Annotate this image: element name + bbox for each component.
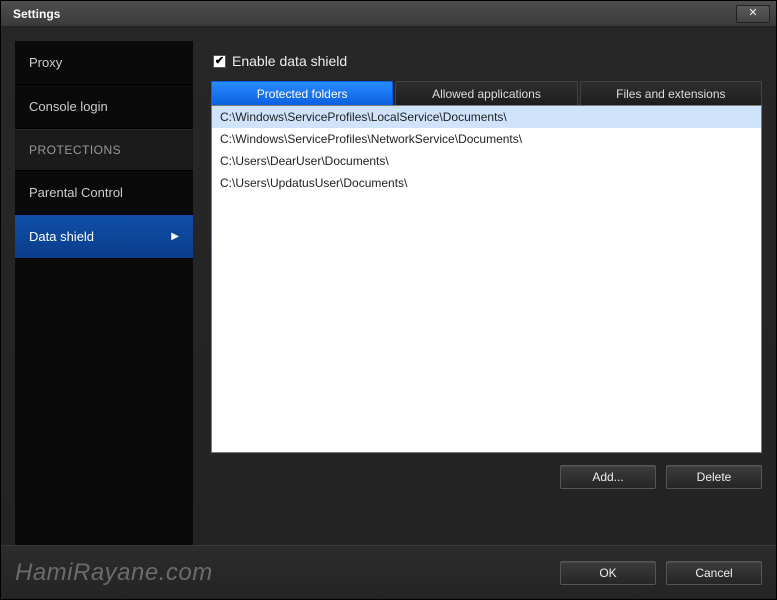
settings-window: Settings ✕ Proxy Console login PROTECTIO… [0,0,777,600]
list-item[interactable]: C:\Users\UpdatusUser\Documents\ [212,172,761,194]
chevron-right-icon: ▶ [171,231,179,242]
tab-allowed-applications[interactable]: Allowed applications [395,81,577,105]
sidebar-section-header: PROTECTIONS [15,129,193,171]
ok-button[interactable]: OK [560,561,656,585]
folder-path: C:\Windows\ServiceProfiles\LocalService\… [220,110,507,124]
tab-label: Protected folders [257,87,348,101]
sidebar: Proxy Console login PROTECTIONS Parental… [15,41,193,545]
list-item[interactable]: C:\Users\DearUser\Documents\ [212,150,761,172]
sidebar-item-proxy[interactable]: Proxy [15,41,193,85]
sidebar-item-console-login[interactable]: Console login [15,85,193,129]
button-label: Cancel [695,566,732,580]
enable-data-shield-label: Enable data shield [232,53,347,69]
list-item[interactable]: C:\Windows\ServiceProfiles\NetworkServic… [212,128,761,150]
enable-data-shield-checkbox[interactable]: ✔ [213,55,226,68]
sidebar-item-label: Console login [29,99,108,114]
folder-path: C:\Users\UpdatusUser\Documents\ [220,176,407,190]
protected-folders-list[interactable]: C:\Windows\ServiceProfiles\LocalService\… [211,105,762,453]
folder-path: C:\Windows\ServiceProfiles\NetworkServic… [220,132,522,146]
tab-files-and-extensions[interactable]: Files and extensions [580,81,762,105]
tabs: Protected folders Allowed applications F… [211,81,762,105]
sidebar-item-label: Parental Control [29,185,123,200]
tab-label: Allowed applications [432,87,541,101]
window-body: Proxy Console login PROTECTIONS Parental… [1,27,776,545]
check-icon: ✔ [215,56,224,67]
delete-button[interactable]: Delete [666,465,762,489]
main-panel: ✔ Enable data shield Protected folders A… [211,41,762,545]
sidebar-item-label: Proxy [29,55,62,70]
add-button[interactable]: Add... [560,465,656,489]
list-item[interactable]: C:\Windows\ServiceProfiles\LocalService\… [212,106,761,128]
sidebar-item-parental-control[interactable]: Parental Control [15,171,193,215]
tab-protected-folders[interactable]: Protected folders [211,81,393,105]
button-label: Add... [592,470,623,484]
button-label: OK [599,566,616,580]
enable-data-shield-row: ✔ Enable data shield [213,53,762,69]
sidebar-item-data-shield[interactable]: Data shield ▶ [15,215,193,259]
window-title: Settings [7,7,60,21]
sidebar-item-label: Data shield [29,229,94,244]
cancel-button[interactable]: Cancel [666,561,762,585]
watermark-text: HamiRayane.com [15,559,213,587]
titlebar: Settings ✕ [1,1,776,27]
list-action-row: Add... Delete [211,453,762,489]
footer-buttons: OK Cancel [560,561,762,585]
folder-path: C:\Users\DearUser\Documents\ [220,154,389,168]
button-label: Delete [697,470,732,484]
close-icon: ✕ [748,7,757,19]
footer: HamiRayane.com OK Cancel [1,545,776,599]
tab-label: Files and extensions [616,87,725,101]
close-button[interactable]: ✕ [736,5,770,23]
